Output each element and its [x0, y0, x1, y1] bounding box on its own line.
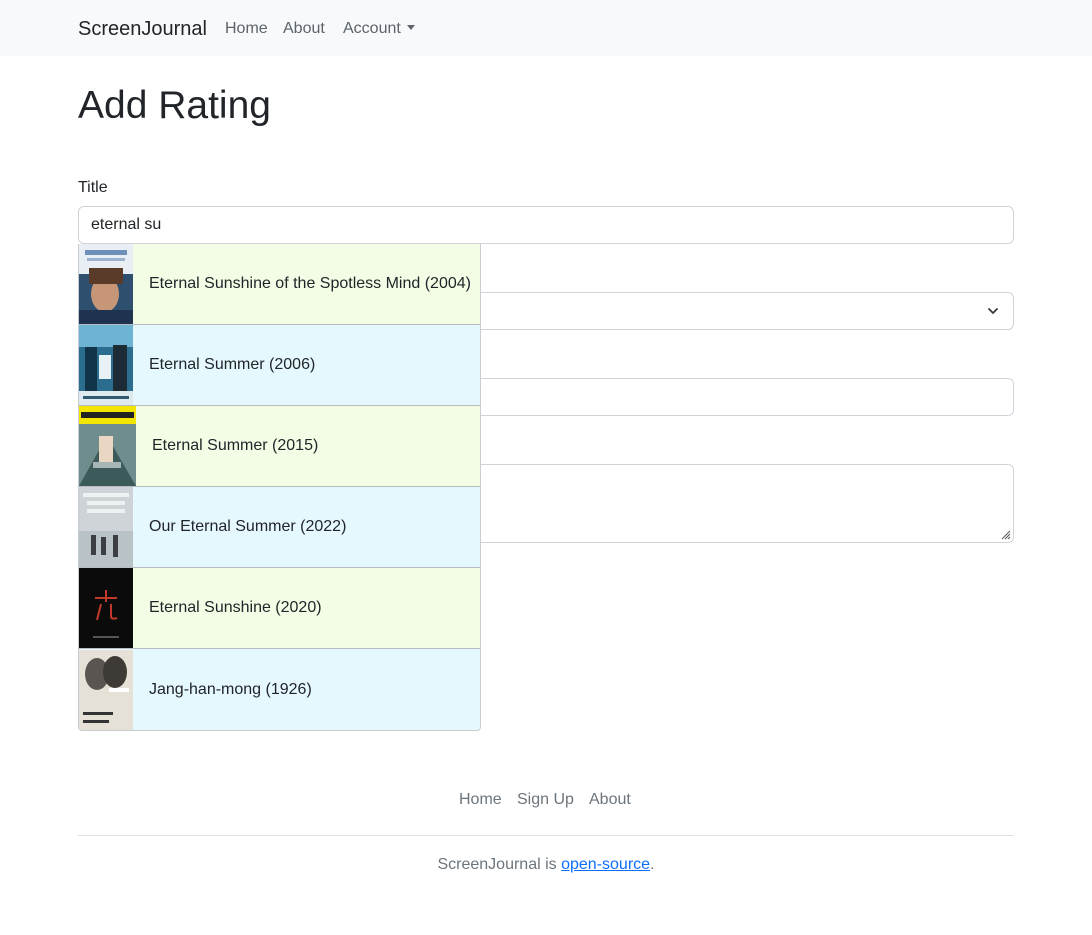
autocomplete-item-label: Our Eternal Summer (2022) — [149, 518, 347, 535]
open-source-link[interactable]: open-source — [561, 856, 650, 873]
autocomplete-item-label: Jang-han-mong (1926) — [149, 680, 312, 698]
page-title: Add Rating — [78, 84, 271, 127]
footer-nav: Home Sign Up About — [0, 790, 1092, 810]
caret-down-icon — [406, 25, 415, 30]
autocomplete-item-label: Eternal Sunshine (2020) — [149, 599, 322, 616]
autocomplete-item[interactable]: Eternal Summer (2006) — [79, 325, 480, 406]
poster-image — [79, 406, 136, 486]
footer-about-link[interactable]: About — [589, 790, 631, 810]
poster-image — [79, 568, 133, 648]
nav-about-link[interactable]: About — [283, 19, 325, 39]
autocomplete-item-label: Eternal Summer (2006) — [149, 356, 316, 373]
brand-link[interactable]: ScreenJournal — [78, 17, 207, 41]
footer-text-suffix: . — [650, 856, 655, 873]
title-input[interactable] — [78, 206, 1014, 244]
navbar: ScreenJournal Home About Account — [0, 0, 1092, 56]
autocomplete-item[interactable]: Eternal Sunshine (2020) — [79, 568, 480, 649]
poster-image — [79, 649, 133, 730]
poster-image — [79, 487, 133, 567]
autocomplete-item[interactable]: Jang-han-mong (1926) — [79, 649, 480, 730]
poster-image — [79, 325, 133, 405]
title-label: Title — [78, 179, 108, 196]
autocomplete-item[interactable]: Eternal Summer (2015) — [79, 406, 480, 487]
footer-text-prefix: ScreenJournal is — [437, 856, 562, 873]
footer-signup-link[interactable]: Sign Up — [517, 790, 574, 810]
nav-home-link[interactable]: Home — [225, 19, 268, 39]
footer-divider — [78, 835, 1014, 836]
autocomplete-item[interactable]: Our Eternal Summer (2022) — [79, 487, 480, 568]
autocomplete-item[interactable]: Eternal Sunshine of the Spotless Mind (2… — [79, 244, 480, 325]
footer-text: ScreenJournal is open-source. — [0, 855, 1092, 875]
nav-account-dropdown[interactable]: Account — [343, 19, 415, 39]
footer-home-link[interactable]: Home — [459, 790, 502, 810]
chevron-down-icon — [988, 308, 998, 314]
autocomplete-item-label: Eternal Summer (2015) — [152, 437, 319, 454]
autocomplete-item-label: Eternal Sunshine of the Spotless Mind (2… — [149, 275, 471, 292]
resize-grip-icon[interactable] — [999, 528, 1011, 540]
nav-account-label: Account — [343, 20, 401, 37]
autocomplete-dropdown: Eternal Sunshine of the Spotless Mind (2… — [78, 244, 481, 731]
poster-image — [79, 244, 133, 324]
